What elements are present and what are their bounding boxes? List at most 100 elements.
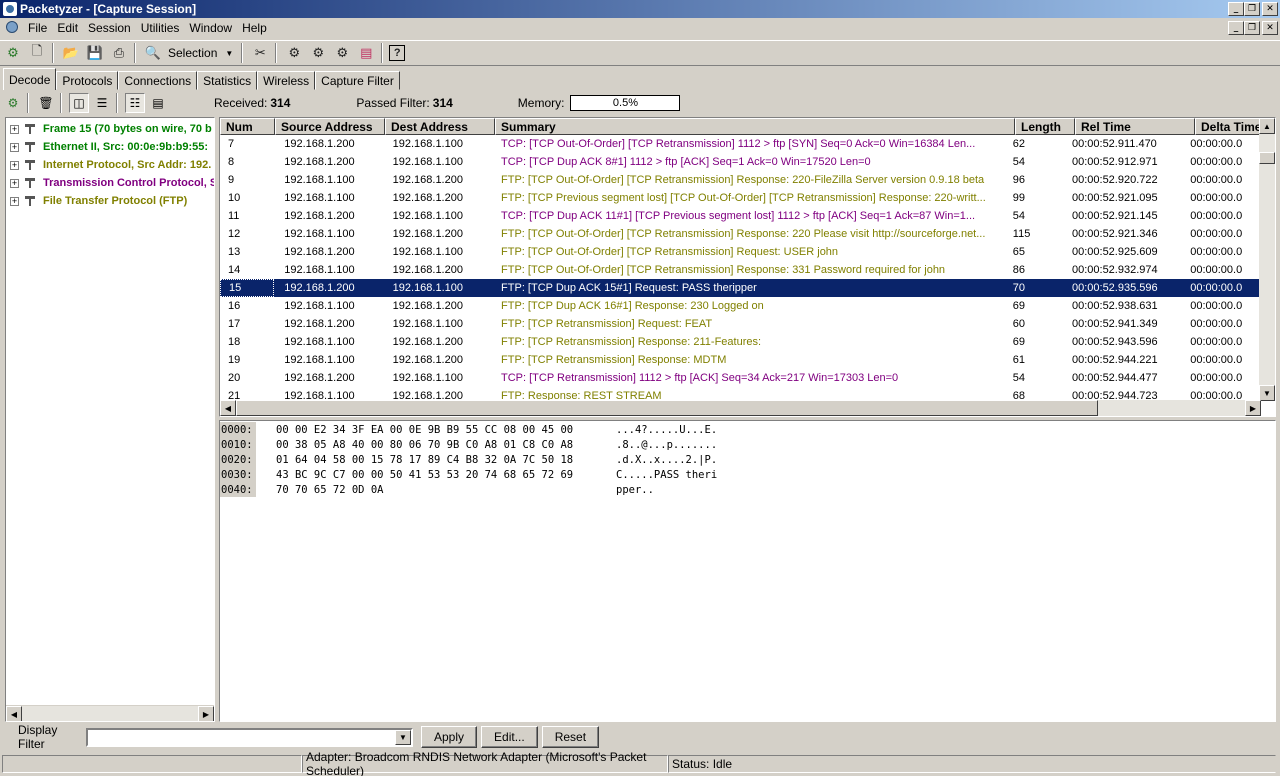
hex-ascii[interactable]: .8..@...p.......	[616, 439, 717, 451]
menu-file[interactable]: File	[23, 21, 52, 35]
settings-gear-icon[interactable]: ⚙	[331, 42, 353, 64]
expand-icon[interactable]: +	[10, 142, 19, 152]
reset-filter-button[interactable]: Reset	[541, 726, 600, 748]
column-dest-address[interactable]: Dest Address	[385, 118, 495, 135]
expand-icon[interactable]: +	[10, 160, 19, 170]
expand-icon[interactable]: +	[10, 178, 19, 188]
scroll-right-icon[interactable]: ▶	[1245, 400, 1261, 416]
table-row[interactable]: 8 192.168.1.200 192.168.1.100 TCP: [TCP Dup…	[220, 153, 1264, 171]
column-source-address[interactable]: Source Address	[275, 118, 385, 135]
display-filter-input[interactable]	[88, 730, 393, 745]
display-filter-combobox[interactable]: ▼	[86, 727, 413, 747]
hex-bytes[interactable]: 00 38 05 A8 40 00 80 06 70 9B C0 A8 01 C…	[276, 439, 596, 451]
table-row[interactable]: 12 192.168.1.100 192.168.1.200 FTP: [TCP Ou…	[220, 225, 1264, 243]
tree-horizontal-scrollbar[interactable]: ◀ ▶	[6, 705, 214, 721]
table-row[interactable]: 11 192.168.1.200 192.168.1.100 TCP: [TCP Du…	[220, 207, 1264, 225]
minimize-button[interactable]: _	[1228, 2, 1244, 16]
column-length[interactable]: Length	[1015, 118, 1075, 135]
column-rel-time[interactable]: Rel Time	[1075, 118, 1195, 135]
table-row[interactable]: 19 192.168.1.100 192.168.1.200 FTP: [TCP Re…	[220, 351, 1264, 369]
hex-ascii[interactable]: .d.X..x....2.|P.	[616, 454, 717, 466]
table-row[interactable]: 15 192.168.1.200 192.168.1.100 FTP: [TCP Du…	[220, 279, 1264, 297]
menu-window[interactable]: Window	[184, 21, 237, 35]
hex-bytes[interactable]: 70 70 65 72 0D 0A	[276, 484, 596, 496]
packet-length: 69	[1012, 336, 1026, 348]
scroll-left-icon[interactable]: ◀	[220, 400, 236, 416]
doc-close-button[interactable]: ✕	[1262, 21, 1278, 35]
maximize-button[interactable]: ❐	[1244, 2, 1260, 16]
table-row[interactable]: 20 192.168.1.200 192.168.1.100 TCP: [TCP Re…	[220, 369, 1264, 387]
tools-icon[interactable]: ✂	[249, 42, 271, 64]
menu-session[interactable]: Session	[83, 21, 136, 35]
scroll-down-icon[interactable]: ▼	[1259, 385, 1275, 401]
print-icon[interactable]: ⎙	[108, 42, 130, 64]
open-folder-icon[interactable]: 📂	[60, 42, 82, 64]
menu-help[interactable]: Help	[237, 21, 272, 35]
tab-connections[interactable]: Connections	[118, 71, 198, 90]
packet-rel-time: 00:00:52.921.145	[1071, 210, 1158, 222]
hex-ascii[interactable]: C.....PASS theri	[616, 469, 717, 481]
table-row[interactable]: 10 192.168.1.100 192.168.1.200 FTP: [TCP Pr…	[220, 189, 1264, 207]
doc-minimize-button[interactable]: _	[1228, 21, 1244, 35]
doc-restore-button[interactable]: ❐	[1244, 21, 1260, 35]
menu-utilities[interactable]: Utilities	[136, 21, 185, 35]
column-summary[interactable]: Summary	[495, 118, 1015, 135]
tab-protocols[interactable]: Protocols	[56, 71, 119, 90]
hex-ascii[interactable]: pper..	[616, 484, 654, 496]
tab-decode[interactable]: Decode	[3, 68, 57, 90]
protocol-filter-icon[interactable]: ⚙	[283, 42, 305, 64]
tree-node[interactable]: + Frame 15 (70 bytes on wire, 70 b	[10, 120, 212, 138]
hex-ascii[interactable]: ...4?.....U...E.	[616, 424, 717, 436]
close-button[interactable]: ✕	[1262, 2, 1278, 16]
hex-bytes[interactable]: 43 BC 9C C7 00 00 50 41 53 53 20 74 68 6…	[276, 469, 596, 481]
apply-button[interactable]: Apply	[421, 726, 478, 748]
expand-icon[interactable]: +	[10, 196, 19, 206]
refresh-icon[interactable]: ⚙	[3, 93, 23, 113]
tab-capture-filter[interactable]: Capture Filter	[315, 71, 400, 90]
scroll-up-icon[interactable]: ▲	[1259, 118, 1275, 134]
hex-row: 0040: 70 70 65 72 0D 0A pper..	[220, 482, 654, 497]
start-capture-icon[interactable]: ⚙	[2, 42, 24, 64]
list-view-icon[interactable]: ▤	[148, 93, 168, 113]
scroll-left-icon[interactable]: ◀	[6, 706, 22, 721]
layout-vertical-icon[interactable]: ◫	[69, 93, 89, 113]
scroll-right-icon[interactable]: ▶	[198, 706, 214, 721]
expand-icon[interactable]: +	[10, 124, 19, 134]
layout-horizontal-icon[interactable]: ☰	[92, 93, 112, 113]
packet-list-horizontal-scrollbar[interactable]: ◀ ▶	[220, 400, 1261, 416]
menu-edit[interactable]: Edit	[52, 21, 83, 35]
table-row[interactable]: 16 192.168.1.100 192.168.1.200 FTP: [TCP Du…	[220, 297, 1264, 315]
tree-view-icon[interactable]: ☷	[125, 93, 145, 113]
table-row[interactable]: 13 192.168.1.200 192.168.1.100 FTP: [TCP Ou…	[220, 243, 1264, 261]
hex-bytes[interactable]: 01 64 04 58 00 15 78 17 89 C4 B8 32 0A 7…	[276, 454, 596, 466]
selection-dropdown[interactable]: Selection ▼	[164, 46, 237, 60]
chevron-down-icon[interactable]: ▼	[395, 729, 411, 745]
tree-node[interactable]: + Transmission Control Protocol, Sr	[10, 174, 214, 192]
scroll-thumb[interactable]	[1259, 152, 1275, 164]
trash-icon[interactable]: 🗑	[36, 93, 56, 113]
tree-node[interactable]: + Ethernet II, Src: 00:0e:9b:b9:55:	[10, 138, 208, 156]
table-row[interactable]: 9 192.168.1.100 192.168.1.200 FTP: [TCP Out…	[220, 171, 1264, 189]
packet-summary: TCP: [TCP Out-Of-Order] [TCP Retransmiss…	[501, 138, 976, 150]
tab-statistics[interactable]: Statistics	[197, 71, 258, 90]
edit-filter-button[interactable]: Edit...	[481, 726, 538, 748]
column-num[interactable]: Num	[220, 118, 275, 135]
packet-list-vertical-scrollbar[interactable]: ▲ ▼	[1259, 118, 1275, 401]
help-icon[interactable]: ?	[389, 45, 406, 61]
table-row[interactable]: 18 192.168.1.100 192.168.1.200 FTP: [TCP Re…	[220, 333, 1264, 351]
save-icon[interactable]: 💾	[84, 42, 106, 64]
packet-delta-time: 00:00:00.0	[1190, 336, 1243, 348]
hex-bytes[interactable]: 00 00 E2 34 3F EA 00 0E 9B B9 55 CC 08 0…	[276, 424, 596, 436]
search-icon[interactable]: 🔍	[142, 42, 164, 64]
tree-node[interactable]: + Internet Protocol, Src Addr: 192.	[10, 156, 211, 174]
tab-wireless[interactable]: Wireless	[257, 71, 316, 90]
tree-node[interactable]: + File Transfer Protocol (FTP)	[10, 192, 187, 210]
packet-gear-icon[interactable]: ⚙	[307, 42, 329, 64]
table-row[interactable]: 14 192.168.1.100 192.168.1.200 FTP: [TCP Ou…	[220, 261, 1264, 279]
new-document-icon[interactable]: 🗋	[26, 42, 48, 64]
color-rules-icon[interactable]: ▤	[355, 42, 377, 64]
document-icon[interactable]	[3, 20, 19, 36]
table-row[interactable]: 7 192.168.1.200 192.168.1.100 TCP: [TCP Out…	[220, 135, 1264, 153]
table-row[interactable]: 17 192.168.1.200 192.168.1.100 FTP: [TCP Re…	[220, 315, 1264, 333]
scroll-thumb[interactable]	[236, 400, 1098, 416]
